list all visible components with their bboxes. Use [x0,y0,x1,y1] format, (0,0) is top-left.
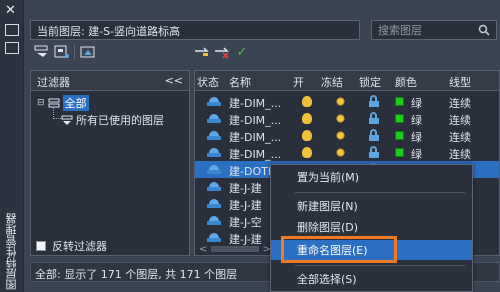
palette-title-strip: ✕ 图层特性管理器 [0,0,24,292]
properties-icon[interactable] [5,42,19,54]
lightbulb-icon[interactable] [302,130,312,141]
lightbulb-icon[interactable] [302,147,312,158]
layer-status-icon [207,131,221,141]
pin-icon[interactable] [5,24,19,36]
filter-title: 过滤器 [37,76,70,89]
filter-panel-header: 过滤器 << [31,71,189,91]
tree-expand-icon[interactable]: ⊟ [37,98,45,108]
invert-filter-option[interactable]: 反转过滤器 [30,236,190,256]
color-swatch[interactable] [395,114,404,123]
layer-status-icon [207,148,221,158]
freeze-sun-icon[interactable] [335,130,346,141]
layer-color-name[interactable]: 绿 [411,112,422,128]
layer-name[interactable]: 建-J-建 [229,197,262,213]
search-input[interactable]: 搜索图层 [371,20,497,40]
filter-icon [61,115,73,125]
layer-status-icon [207,216,221,226]
scroll-track[interactable] [211,246,259,252]
layer-color-name[interactable]: 绿 [411,146,422,162]
context-menu: 置为当前(M) 新建图层(N) 删除图层(D) 重命名图层(E) 全部选择(S) [270,164,473,292]
layer-name[interactable]: 建-DIM_... [229,95,281,111]
layer-row[interactable]: 建-DIM_... 绿 连续 [195,93,499,111]
col-linetype[interactable]: 线型 [449,74,471,90]
horizontal-scrollbar[interactable]: < > [199,243,271,255]
layer-color-name[interactable]: 绿 [411,95,422,111]
freeze-sun-icon[interactable] [335,147,346,158]
layer-status-icon [207,182,221,192]
lock-icon[interactable] [369,129,379,141]
layer-row[interactable]: 建-DIM_... 绿 连续 [195,127,499,145]
search-icon [478,24,490,36]
col-freeze[interactable]: 冻结 [321,74,343,90]
col-color[interactable]: 颜色 [395,74,417,90]
lock-icon[interactable] [369,112,379,124]
layer-status-icon [207,199,221,209]
current-layer-label: 当前图层: 建-S-竖向道路标高 [30,20,360,40]
col-on[interactable]: 开 [293,74,304,90]
layer-row[interactable]: 建-DIM_... 绿 连续 [195,110,499,128]
palette-title: 图层特性管理器 [5,213,18,290]
color-swatch[interactable] [395,148,404,157]
col-status[interactable]: 状态 [197,74,219,90]
lock-icon[interactable] [369,146,379,158]
menu-item-set-current[interactable]: 置为当前(M) [271,167,472,187]
layer-status-icon [207,97,221,107]
col-name[interactable]: 名称 [229,74,251,90]
invert-filter-checkbox[interactable] [36,241,46,251]
layer-list-header: 状态 名称 开 冻结 锁定 颜色 线型 [195,71,499,91]
scroll-left-icon[interactable]: < [199,244,207,255]
new-group-filter-icon[interactable] [54,44,70,60]
lock-icon[interactable] [369,95,379,107]
layer-name[interactable]: 建-DIM_... [229,146,281,162]
layer-name[interactable]: 建-J-建 [229,180,262,196]
color-swatch[interactable] [395,97,404,106]
col-lock[interactable]: 锁定 [359,74,381,90]
layer-name[interactable]: 建-DIM_... [229,112,281,128]
layer-linetype[interactable]: 连续 [449,129,471,145]
menu-separator [295,265,465,266]
filter-tree-used[interactable]: 所有已使用的图层 [61,112,164,128]
layer-linetype[interactable]: 连续 [449,95,471,111]
lightbulb-icon[interactable] [302,113,312,124]
layer-status-icon [207,165,221,175]
layer-linetype[interactable]: 连续 [449,112,471,128]
filter-used-label: 所有已使用的图层 [76,114,164,127]
layer-name[interactable]: 建-J-空 [229,214,262,230]
layer-row[interactable]: 建-DIM_... 绿 连续 [195,144,499,162]
new-properties-filter-icon[interactable] [34,44,50,60]
filter-all-label: 全部 [62,95,89,111]
color-swatch[interactable] [395,131,404,140]
freeze-sun-icon[interactable] [335,113,346,124]
set-current-icon[interactable]: ✓ [234,44,250,60]
close-icon[interactable]: ✕ [5,3,16,18]
menu-separator [295,192,465,193]
layer-status-icon [207,114,221,124]
menu-item-select-all[interactable]: 全部选择(S) [271,269,472,289]
highlight-box [281,236,397,263]
freeze-sun-icon[interactable] [335,96,346,107]
layer-name[interactable]: 建-DIM_... [229,129,281,145]
menu-item-new-layer[interactable]: 新建图层(N) [271,196,472,216]
lightbulb-icon[interactable] [302,96,312,107]
filter-tree-root[interactable]: ⊟ 全部 [37,95,89,111]
menu-item-delete-layer[interactable]: 删除图层(D) [271,217,472,237]
invert-filter-label: 反转过滤器 [52,240,107,253]
collapse-filter-button[interactable]: << [165,74,183,87]
new-layer-icon[interactable] [194,44,210,60]
layer-color-name[interactable]: 绿 [411,129,422,145]
layer-states-manager-icon[interactable] [80,44,96,60]
layer-linetype[interactable]: 连续 [449,146,471,162]
layer-status-icon [207,233,221,243]
filter-panel: 过滤器 << ⊟ 全部 所有已使用的图层 [30,70,190,256]
search-placeholder: 搜索图层 [378,24,422,37]
layer-name[interactable]: 建-DOTE [229,163,275,179]
delete-layer-icon[interactable] [214,44,230,60]
